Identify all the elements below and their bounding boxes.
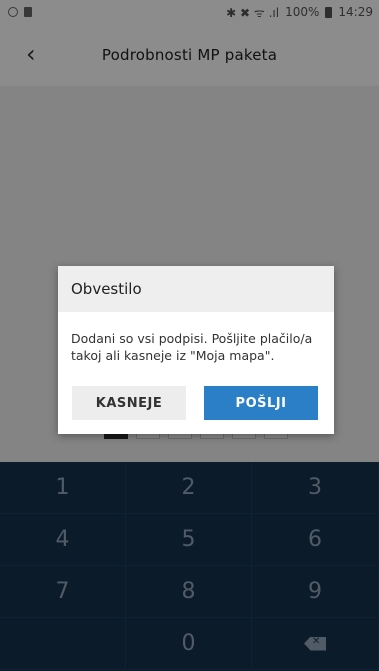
dialog-buttons: KASNEJE POŠLJI xyxy=(72,386,318,420)
later-button[interactable]: KASNEJE xyxy=(72,386,186,420)
notification-dialog: Obvestilo Dodani so vsi podpisi. Pošljit… xyxy=(58,266,334,434)
dialog-message: Dodani so vsi podpisi. Pošljite plačilo/… xyxy=(71,331,313,363)
dialog-title: Obvestilo xyxy=(58,266,334,312)
send-button[interactable]: POŠLJI xyxy=(204,386,318,420)
